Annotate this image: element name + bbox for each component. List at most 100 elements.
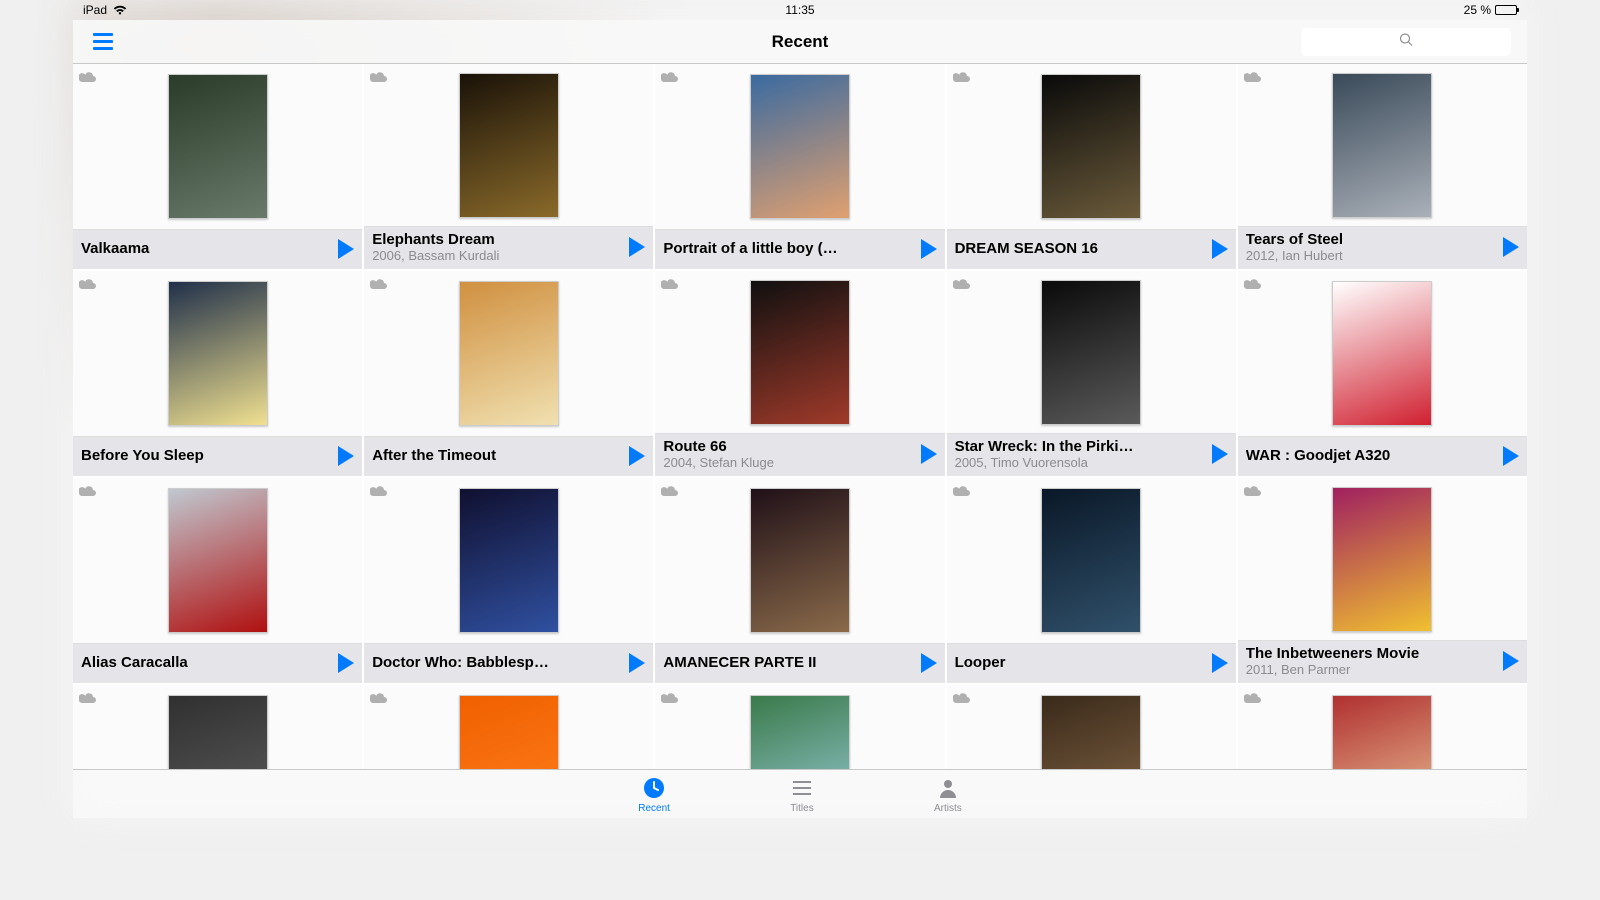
media-cell[interactable]: Looper: [947, 478, 1236, 683]
menu-button[interactable]: [89, 29, 117, 54]
media-cell[interactable]: Elephants Dream2006, Bassam Kurdali: [364, 64, 653, 269]
cloud-icon: [1244, 277, 1262, 295]
media-meta: WAR : Goodjet A320: [1238, 436, 1527, 476]
tab-recent[interactable]: Recent: [638, 775, 670, 814]
play-button[interactable]: [1212, 239, 1228, 259]
status-bar: iPad 11:35 25 %: [73, 0, 1527, 20]
cloud-icon: [1244, 691, 1262, 709]
media-cell[interactable]: Doctor Who: Babblesp…: [364, 478, 653, 683]
cloud-icon: [661, 277, 679, 295]
media-title: Star Wreck: In the Pirki…: [955, 438, 1206, 455]
media-cell[interactable]: [73, 685, 362, 769]
tab-titles[interactable]: Titles: [790, 775, 814, 814]
media-title: Tears of Steel: [1246, 231, 1497, 248]
media-cell[interactable]: Star Wreck: In the Pirki…2005, Timo Vuor…: [947, 271, 1236, 476]
cloud-icon: [661, 70, 679, 88]
poster-area: [947, 271, 1236, 433]
media-cell[interactable]: Valkaama: [73, 64, 362, 269]
wifi-icon: [113, 5, 127, 15]
nav-bar: Recent: [73, 20, 1527, 64]
play-button[interactable]: [921, 239, 937, 259]
poster-area: [1238, 64, 1527, 226]
media-cell[interactable]: Route 662004, Stefan Kluge: [655, 271, 944, 476]
media-title: AMANECER PARTE II: [663, 654, 914, 671]
play-button[interactable]: [629, 237, 645, 257]
media-meta: Alias Caracalla: [73, 643, 362, 683]
media-cell[interactable]: DREAM SEASON 16: [947, 64, 1236, 269]
poster-thumbnail: [1332, 695, 1432, 769]
poster-area: [73, 271, 362, 436]
play-button[interactable]: [629, 446, 645, 466]
poster-thumbnail: [1041, 74, 1141, 219]
tab-recent-label: Recent: [638, 803, 670, 814]
list-icon: [790, 775, 814, 801]
media-cell[interactable]: WAR : Goodjet A320: [1238, 271, 1527, 476]
play-button[interactable]: [1212, 444, 1228, 464]
cloud-icon: [953, 70, 971, 88]
media-title: Elephants Dream: [372, 231, 623, 248]
poster-thumbnail: [750, 488, 850, 633]
play-button[interactable]: [338, 653, 354, 673]
play-button[interactable]: [1212, 653, 1228, 673]
cloud-icon: [79, 70, 97, 88]
media-cell[interactable]: Portrait of a little boy (…: [655, 64, 944, 269]
media-meta: After the Timeout: [364, 436, 653, 476]
poster-thumbnail: [1332, 73, 1432, 218]
cloud-icon: [79, 691, 97, 709]
poster-thumbnail: [459, 488, 559, 633]
media-subtitle: 2006, Bassam Kurdali: [372, 248, 623, 263]
media-meta: Doctor Who: Babblesp…: [364, 643, 653, 683]
poster-thumbnail: [168, 281, 268, 426]
poster-area: [364, 64, 653, 226]
media-cell[interactable]: After the Timeout: [364, 271, 653, 476]
play-button[interactable]: [629, 653, 645, 673]
cloud-icon: [953, 691, 971, 709]
media-cell[interactable]: Before You Sleep: [73, 271, 362, 476]
media-cell[interactable]: Alias Caracalla: [73, 478, 362, 683]
media-cell[interactable]: [1238, 685, 1527, 769]
poster-thumbnail: [1041, 280, 1141, 425]
battery-icon: [1495, 5, 1517, 15]
poster-thumbnail: [1332, 281, 1432, 426]
media-subtitle: 2012, Ian Hubert: [1246, 248, 1497, 263]
device-label: iPad: [83, 3, 107, 17]
poster-area: [1238, 271, 1527, 436]
media-cell[interactable]: [655, 685, 944, 769]
poster-area: [1238, 478, 1527, 640]
poster-thumbnail: [750, 280, 850, 425]
media-title: Alias Caracalla: [81, 654, 332, 671]
poster-thumbnail: [1041, 488, 1141, 633]
media-title: Portrait of a little boy (…: [663, 240, 914, 257]
status-right: 25 %: [1039, 3, 1517, 17]
cloud-icon: [370, 484, 388, 502]
play-button[interactable]: [338, 239, 354, 259]
media-cell[interactable]: [364, 685, 653, 769]
cloud-icon: [370, 277, 388, 295]
media-meta: Tears of Steel2012, Ian Hubert: [1238, 226, 1527, 269]
media-cell[interactable]: [947, 685, 1236, 769]
cloud-icon: [370, 691, 388, 709]
media-title: Route 66: [663, 438, 914, 455]
poster-area: [364, 478, 653, 643]
play-button[interactable]: [1503, 446, 1519, 466]
media-title: Before You Sleep: [81, 447, 332, 464]
cloud-icon: [953, 484, 971, 502]
page-title: Recent: [772, 32, 829, 52]
cloud-icon: [1244, 484, 1262, 502]
play-button[interactable]: [338, 446, 354, 466]
play-button[interactable]: [921, 444, 937, 464]
media-title: WAR : Goodjet A320: [1246, 447, 1497, 464]
media-cell[interactable]: The Inbetweeners Movie2011, Ben Parmer: [1238, 478, 1527, 683]
tab-artists[interactable]: Artists: [934, 775, 962, 814]
poster-thumbnail: [750, 695, 850, 769]
media-cell[interactable]: Tears of Steel2012, Ian Hubert: [1238, 64, 1527, 269]
media-cell[interactable]: AMANECER PARTE II: [655, 478, 944, 683]
play-button[interactable]: [1503, 237, 1519, 257]
play-button[interactable]: [1503, 651, 1519, 671]
poster-thumbnail: [459, 281, 559, 426]
poster-thumbnail: [459, 73, 559, 218]
search-input[interactable]: [1301, 28, 1511, 56]
poster-thumbnail: [459, 695, 559, 769]
play-button[interactable]: [921, 653, 937, 673]
poster-area: [73, 64, 362, 229]
